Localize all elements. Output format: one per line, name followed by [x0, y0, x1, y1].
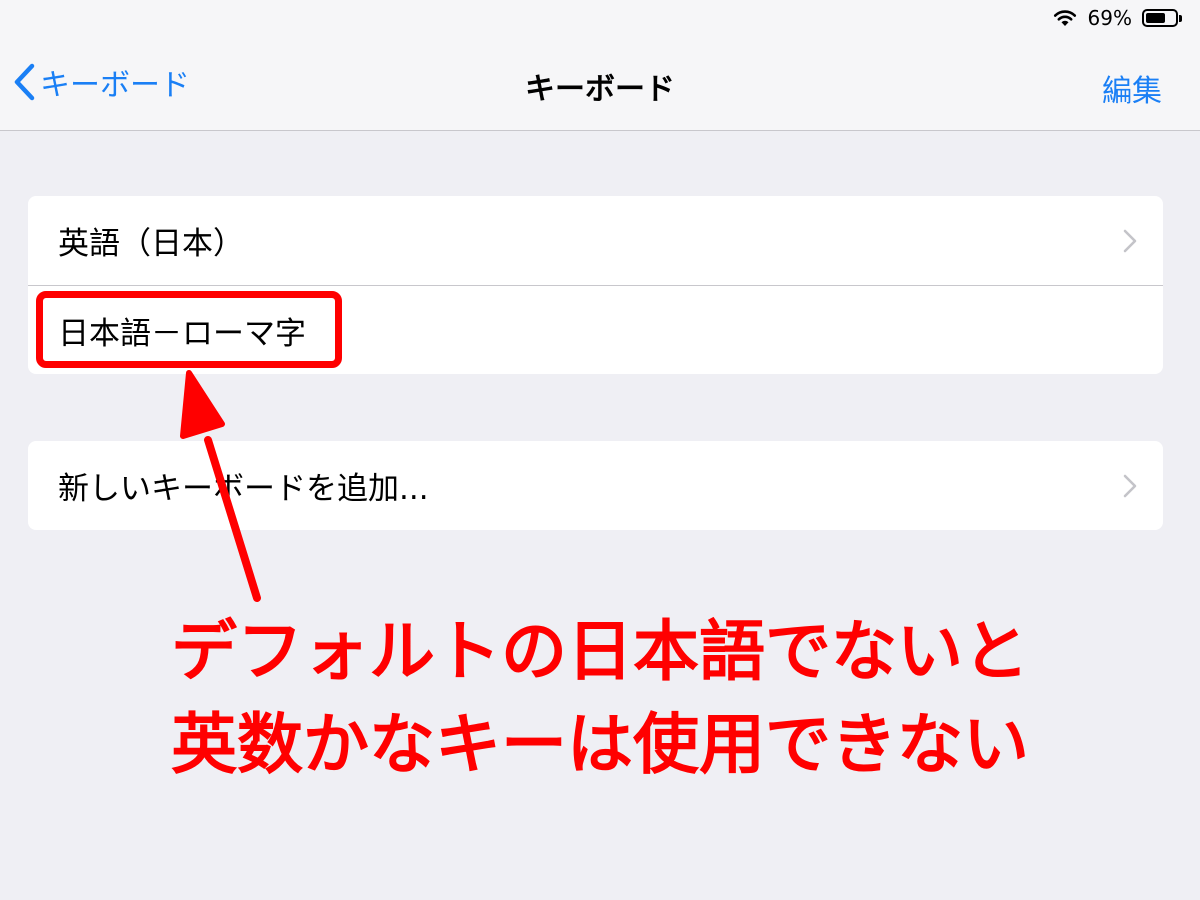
annotation-line-1: デフォルトの日本語でないと — [171, 613, 1029, 690]
settings-screen: 69% キーボード キーボード 編集 英語（日本） 日本語－ローマ字 新しいキー… — [0, 0, 1200, 900]
annotation-line-2: 英数かなキーは使用できない — [171, 706, 1029, 783]
